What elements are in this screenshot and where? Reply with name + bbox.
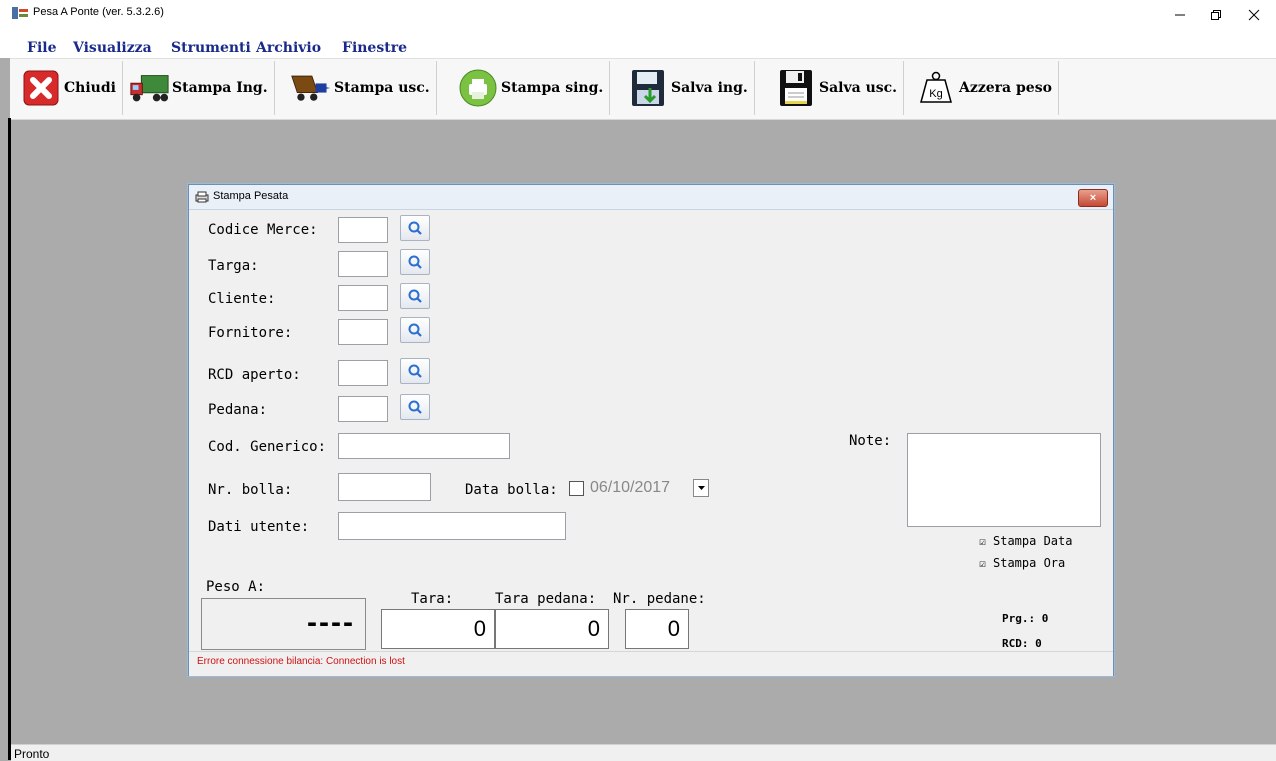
app-icon <box>12 6 28 20</box>
nr-pedane-input[interactable]: 0 <box>625 609 689 649</box>
fornitore-input[interactable] <box>338 319 388 345</box>
menu-archivio[interactable]: Archivio <box>256 38 321 58</box>
connection-error-message: Errore connessione bilancia: Connection … <box>197 656 405 667</box>
dialog-close-button[interactable]: × <box>1078 189 1108 207</box>
stampa-usc-button[interactable]: Stampa usc. <box>290 61 437 115</box>
cod-generico-label: Cod. Generico: <box>208 439 327 455</box>
data-bolla-value: 06/10/2017 <box>590 479 671 496</box>
svg-text:Kg: Kg <box>929 88 942 100</box>
restore-button[interactable] <box>1198 0 1234 30</box>
data-bolla-label: Data bolla: <box>465 482 558 498</box>
save-in-icon <box>627 67 669 109</box>
checkbox-checked-icon: ☑ <box>979 534 986 548</box>
toolbar: Chiudi Stampa Ing. Stampa usc. Stampa si… <box>10 58 1276 120</box>
peso-a-label: Peso A: <box>206 579 266 595</box>
status-bar <box>11 744 1276 761</box>
cliente-label: Cliente: <box>208 291 276 307</box>
stampa-ing-button[interactable]: Stampa Ing. <box>128 61 275 115</box>
dialog-title: Stampa Pesata <box>213 190 289 202</box>
save-out-icon <box>775 67 817 109</box>
targa-input[interactable] <box>338 251 388 277</box>
stampa-pesata-dialog: Stampa Pesata × Codice Merce: Targa: Cli… <box>188 184 1114 676</box>
prg-counter: Prg.: 0 <box>1002 612 1049 625</box>
stampa-data-checkbox[interactable]: ☑ Stampa Data <box>977 534 1072 548</box>
checkbox-checked-icon: ☑ <box>979 556 986 570</box>
close-icon <box>1248 9 1260 21</box>
targa-label: Targa: <box>208 258 259 274</box>
search-icon <box>408 400 422 414</box>
fornitore-search-button[interactable] <box>400 317 430 343</box>
cod-generico-input[interactable] <box>338 433 510 459</box>
tara-label: Tara: <box>411 591 454 607</box>
tara-input[interactable]: 0 <box>381 609 495 649</box>
minimize-button[interactable] <box>1162 0 1198 30</box>
note-label: Note: <box>849 433 892 449</box>
search-icon <box>408 289 422 303</box>
rcd-counter: RCD: 0 <box>1002 637 1042 650</box>
search-icon <box>408 364 422 378</box>
truck-out-icon <box>290 67 332 109</box>
pedana-search-button[interactable] <box>400 394 430 420</box>
nr-pedane-label: Nr. pedane: <box>613 591 706 607</box>
mdi-left-edge <box>8 118 11 760</box>
salva-ing-button[interactable]: Salva ing. <box>627 61 755 115</box>
minimize-icon <box>1175 14 1185 16</box>
restore-icon <box>1211 10 1221 20</box>
data-bolla-datepicker[interactable]: 06/10/2017 <box>566 474 711 502</box>
stampa-sing-button[interactable]: Stampa sing. <box>457 61 611 115</box>
nr-bolla-label: Nr. bolla: <box>208 482 293 498</box>
dialog-titlebar: Stampa Pesata × <box>189 185 1113 210</box>
dati-utente-input[interactable] <box>338 512 566 540</box>
close-icon: × <box>1089 192 1097 204</box>
tara-pedana-label: Tara pedana: <box>495 591 597 607</box>
dati-utente-label: Dati utente: <box>208 519 310 535</box>
salva-usc-button[interactable]: Salva usc. <box>775 61 905 115</box>
azzera-peso-button[interactable]: Kg Azzera peso <box>915 61 1059 115</box>
menu-bar: File Visualizza Strumenti Archivio Fines… <box>0 38 1276 58</box>
window-title: Pesa A Ponte (ver. 5.3.2.6) <box>33 6 164 18</box>
fornitore-label: Fornitore: <box>208 325 293 341</box>
rcd-aperto-label: RCD aperto: <box>208 367 301 383</box>
window-titlebar: Pesa A Ponte (ver. 5.3.2.6) <box>0 0 1276 38</box>
status-text: Pronto <box>14 747 50 761</box>
stampa-ora-checkbox[interactable]: ☑ Stampa Ora <box>977 556 1065 570</box>
menu-file[interactable]: File <box>27 38 56 58</box>
peso-a-display: ---- <box>201 598 366 650</box>
menu-finestre[interactable]: Finestre <box>342 38 407 58</box>
rcd-aperto-input[interactable] <box>338 360 388 386</box>
codice-merce-search-button[interactable] <box>400 215 430 241</box>
tara-pedana-input[interactable]: 0 <box>495 609 609 649</box>
weight-kg-icon: Kg <box>915 67 957 109</box>
search-icon <box>408 255 422 269</box>
targa-search-button[interactable] <box>400 249 430 275</box>
window-close-button[interactable] <box>1236 0 1272 30</box>
chiudi-button[interactable]: Chiudi <box>20 61 123 115</box>
chevron-down-icon <box>697 486 705 490</box>
codice-merce-label: Codice Merce: <box>208 222 318 238</box>
nr-bolla-input[interactable] <box>338 473 431 501</box>
data-bolla-checkbox[interactable] <box>569 480 584 496</box>
truck-in-icon <box>128 67 170 109</box>
pedana-input[interactable] <box>338 396 388 422</box>
cliente-input[interactable] <box>338 285 388 311</box>
menu-strumenti[interactable]: Strumenti <box>171 38 251 58</box>
printer-small-icon <box>195 190 209 208</box>
printer-icon <box>457 67 499 109</box>
codice-merce-input[interactable] <box>338 217 388 243</box>
pedana-label: Pedana: <box>208 402 268 418</box>
search-icon <box>408 221 422 235</box>
note-textarea[interactable] <box>907 433 1101 527</box>
close-red-icon <box>20 67 62 109</box>
menu-visualizza[interactable]: Visualizza <box>73 38 152 58</box>
rcd-aperto-search-button[interactable] <box>400 358 430 384</box>
search-icon <box>408 323 422 337</box>
dropdown-button[interactable] <box>693 479 709 497</box>
cliente-search-button[interactable] <box>400 283 430 309</box>
